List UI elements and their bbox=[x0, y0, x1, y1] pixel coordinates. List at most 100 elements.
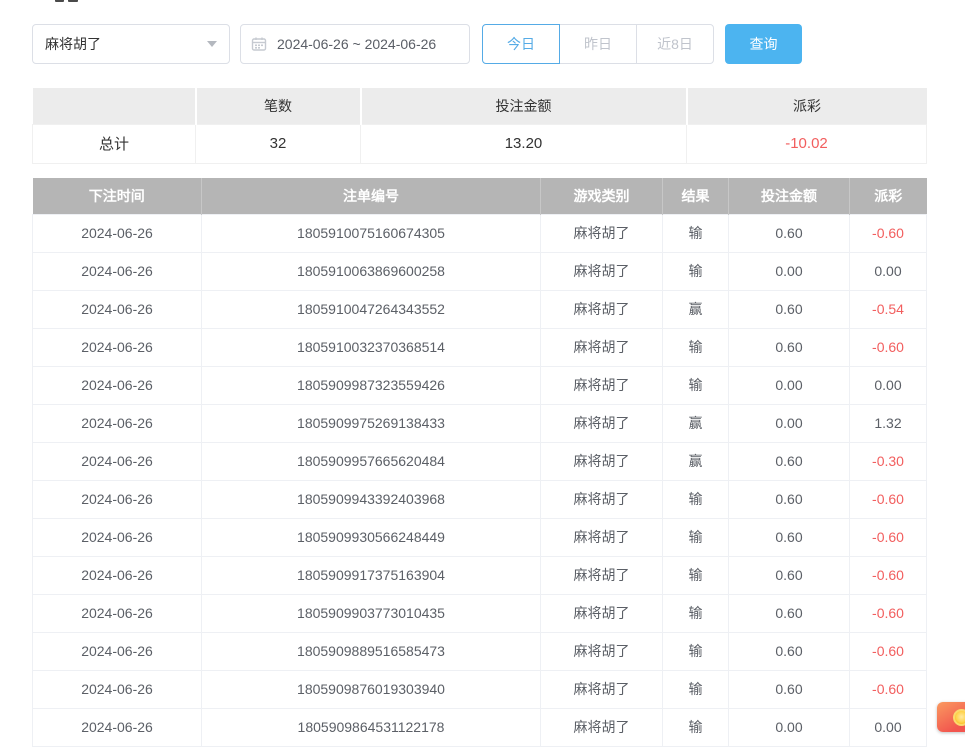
cell-bet-amount: 0.60 bbox=[729, 442, 850, 480]
cell-bet-id: 1805909864531122178 bbox=[202, 708, 541, 746]
cell-result: 输 bbox=[663, 214, 729, 252]
cell-bet-id: 1805909917375163904 bbox=[202, 556, 541, 594]
cell-bet-id: 1805909903773010435 bbox=[202, 594, 541, 632]
cell-bet-amount: 0.60 bbox=[729, 328, 850, 366]
cell-game-type: 麻将胡了 bbox=[541, 404, 663, 442]
cell-payout: -0.54 bbox=[850, 290, 927, 328]
cell-bet-id: 1805909943392403968 bbox=[202, 480, 541, 518]
summary-total-row: 总计 32 13.20 -10.02 bbox=[33, 124, 927, 163]
cell-result: 赢 bbox=[663, 404, 729, 442]
game-select[interactable]: 麻将胡了 bbox=[32, 24, 230, 64]
cell-game-type: 麻将胡了 bbox=[541, 328, 663, 366]
calendar-icon bbox=[251, 36, 267, 52]
cell-game-type: 麻将胡了 bbox=[541, 518, 663, 556]
cell-result: 输 bbox=[663, 670, 729, 708]
summary-total-label: 总计 bbox=[33, 124, 196, 163]
date-range-input[interactable] bbox=[275, 35, 459, 53]
summary-header-blank bbox=[33, 88, 196, 124]
cell-bet-time: 2024-06-26 bbox=[33, 214, 202, 252]
cell-result: 赢 bbox=[663, 290, 729, 328]
table-row: 2024-06-26 1805910075160674305 麻将胡了 输 0.… bbox=[33, 214, 927, 252]
table-row: 2024-06-26 1805909957665620484 麻将胡了 赢 0.… bbox=[33, 442, 927, 480]
date-range-picker[interactable] bbox=[240, 24, 470, 64]
cell-payout: -0.30 bbox=[850, 442, 927, 480]
cell-payout: -0.60 bbox=[850, 556, 927, 594]
header-bet-time: 下注时间 bbox=[33, 178, 202, 214]
quick-range-8days[interactable]: 近8日 bbox=[636, 24, 714, 64]
cell-bet-amount: 0.60 bbox=[729, 670, 850, 708]
cell-bet-amount: 0.00 bbox=[729, 366, 850, 404]
cell-result: 输 bbox=[663, 594, 729, 632]
cell-bet-time: 2024-06-26 bbox=[33, 632, 202, 670]
quick-range-group: 今日 昨日 近8日 bbox=[482, 24, 714, 64]
cell-game-type: 麻将胡了 bbox=[541, 252, 663, 290]
table-row: 2024-06-26 1805910032370368514 麻将胡了 输 0.… bbox=[33, 328, 927, 366]
cell-payout: 0.00 bbox=[850, 252, 927, 290]
cell-game-type: 麻将胡了 bbox=[541, 632, 663, 670]
cell-bet-time: 2024-06-26 bbox=[33, 328, 202, 366]
cell-payout: -0.60 bbox=[850, 328, 927, 366]
table-row: 2024-06-26 1805909987323559426 麻将胡了 输 0.… bbox=[33, 366, 927, 404]
bet-table-body: 2024-06-26 1805910075160674305 麻将胡了 输 0.… bbox=[33, 214, 927, 746]
cell-bet-id: 1805909987323559426 bbox=[202, 366, 541, 404]
cell-result: 输 bbox=[663, 518, 729, 556]
game-select-value: 麻将胡了 bbox=[45, 34, 101, 54]
filter-bar: 麻将胡了 今日 昨日 近8日 查询 bbox=[32, 24, 802, 64]
cell-bet-time: 2024-06-26 bbox=[33, 518, 202, 556]
cell-game-type: 麻将胡了 bbox=[541, 556, 663, 594]
table-row: 2024-06-26 1805909903773010435 麻将胡了 输 0.… bbox=[33, 594, 927, 632]
cell-payout: -0.60 bbox=[850, 632, 927, 670]
cell-bet-time: 2024-06-26 bbox=[33, 290, 202, 328]
cell-result: 输 bbox=[663, 480, 729, 518]
cell-result: 输 bbox=[663, 252, 729, 290]
cell-bet-amount: 0.60 bbox=[729, 556, 850, 594]
table-row: 2024-06-26 1805909864531122178 麻将胡了 输 0.… bbox=[33, 708, 927, 746]
quick-range-yesterday[interactable]: 昨日 bbox=[559, 24, 637, 64]
summary-header-count: 笔数 bbox=[196, 88, 361, 124]
query-button[interactable]: 查询 bbox=[725, 24, 802, 64]
cell-result: 输 bbox=[663, 632, 729, 670]
summary-table: 笔数 投注金额 派彩 总计 32 13.20 -10.02 bbox=[32, 88, 927, 164]
cell-bet-id: 1805909957665620484 bbox=[202, 442, 541, 480]
cell-game-type: 麻将胡了 bbox=[541, 670, 663, 708]
cell-game-type: 麻将胡了 bbox=[541, 480, 663, 518]
header-bet-amount: 投注金额 bbox=[729, 178, 850, 214]
cell-result: 输 bbox=[663, 556, 729, 594]
cell-bet-amount: 0.60 bbox=[729, 518, 850, 556]
cell-bet-amount: 0.60 bbox=[729, 594, 850, 632]
summary-header-row: 笔数 投注金额 派彩 bbox=[33, 88, 927, 124]
summary-header-bet: 投注金额 bbox=[361, 88, 687, 124]
cell-payout: 0.00 bbox=[850, 708, 927, 746]
cell-bet-amount: 0.00 bbox=[729, 708, 850, 746]
bet-table: 下注时间 注单编号 游戏类别 结果 投注金额 派彩 2024-06-26 180… bbox=[32, 178, 927, 747]
cell-bet-id: 1805909876019303940 bbox=[202, 670, 541, 708]
cell-bet-time: 2024-06-26 bbox=[33, 594, 202, 632]
quick-range-today[interactable]: 今日 bbox=[482, 24, 560, 64]
header-result: 结果 bbox=[663, 178, 729, 214]
cell-game-type: 麻将胡了 bbox=[541, 290, 663, 328]
table-row: 2024-06-26 1805909975269138433 麻将胡了 赢 0.… bbox=[33, 404, 927, 442]
cell-bet-time: 2024-06-26 bbox=[33, 442, 202, 480]
cell-payout: -0.60 bbox=[850, 594, 927, 632]
cell-game-type: 麻将胡了 bbox=[541, 214, 663, 252]
table-row: 2024-06-26 1805909943392403968 麻将胡了 输 0.… bbox=[33, 480, 927, 518]
summary-total-count: 32 bbox=[196, 124, 361, 163]
cell-payout: -0.60 bbox=[850, 480, 927, 518]
cell-bet-amount: 0.60 bbox=[729, 214, 850, 252]
header-bet-id: 注单编号 bbox=[202, 178, 541, 214]
cell-bet-time: 2024-06-26 bbox=[33, 708, 202, 746]
cell-game-type: 麻将胡了 bbox=[541, 594, 663, 632]
cell-bet-amount: 0.00 bbox=[729, 252, 850, 290]
cell-bet-amount: 0.60 bbox=[729, 632, 850, 670]
cell-bet-id: 1805910032370368514 bbox=[202, 328, 541, 366]
cell-bet-id: 1805909975269138433 bbox=[202, 404, 541, 442]
cell-payout: 1.32 bbox=[850, 404, 927, 442]
cell-bet-time: 2024-06-26 bbox=[33, 366, 202, 404]
cell-bet-id: 1805910063869600258 bbox=[202, 252, 541, 290]
header-game-type: 游戏类别 bbox=[541, 178, 663, 214]
red-envelope-icon[interactable] bbox=[937, 702, 965, 732]
gold-coin-icon bbox=[953, 709, 965, 726]
caret-down-icon bbox=[207, 41, 217, 47]
cell-result: 赢 bbox=[663, 442, 729, 480]
table-row: 2024-06-26 1805909876019303940 麻将胡了 输 0.… bbox=[33, 670, 927, 708]
